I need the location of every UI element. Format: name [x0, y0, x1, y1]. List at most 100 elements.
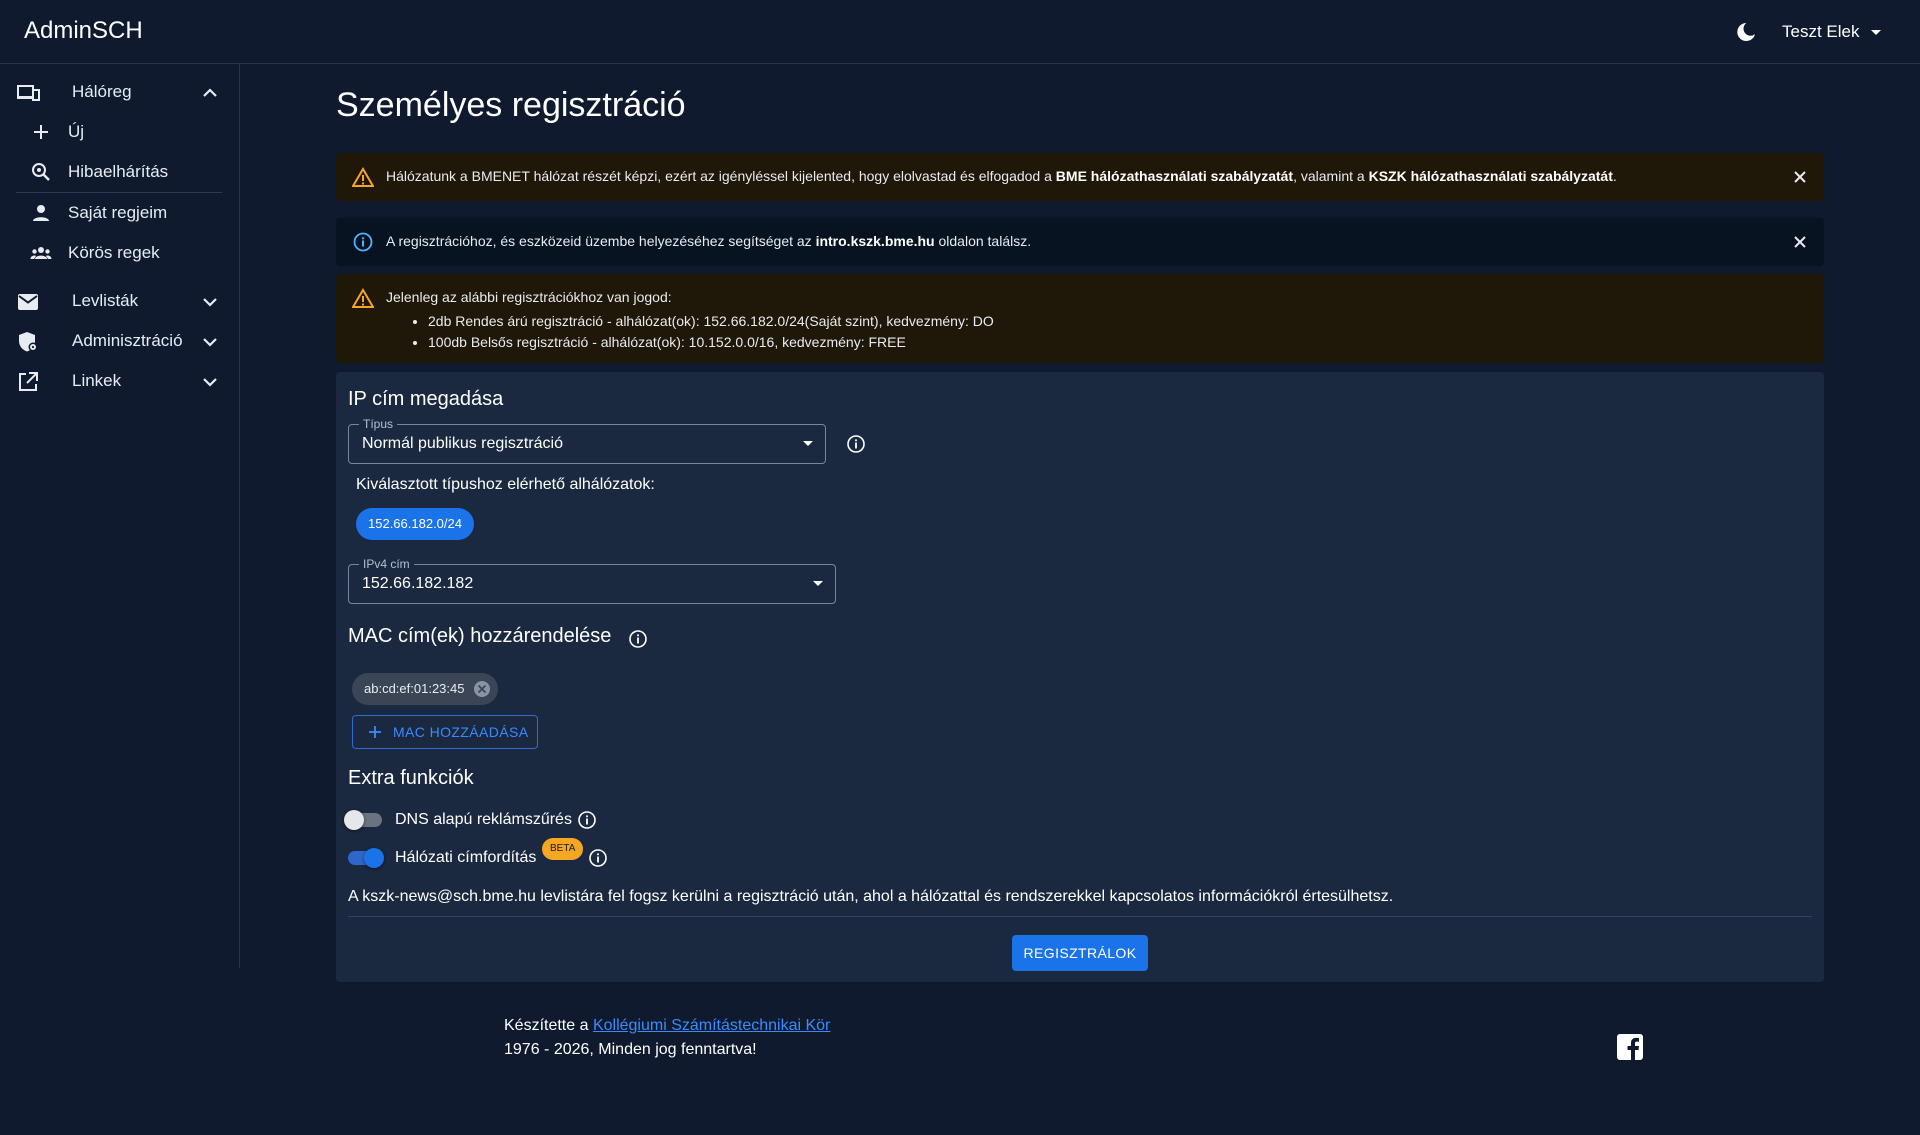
sidebar: Hálóreg Új Hibaelhárítás Saját regjeim K…: [0, 64, 240, 968]
ip-section-title: IP cím megadása: [348, 388, 504, 410]
alert-text: Hálózatunk a BMENET hálózat részét képzi…: [386, 168, 1056, 184]
sidebar-item-links[interactable]: Linkek: [0, 361, 239, 401]
sidebar-subitem-label: Hibaelhárítás: [68, 162, 169, 181]
top-bar: AdminSCH Teszt Elek: [0, 0, 1920, 64]
kszk-link[interactable]: Kollégiumi Számítástechnikai Kör: [593, 1017, 830, 1034]
plus-icon: [369, 726, 381, 738]
mac-chip: ab:cd:ef:01:23:45: [352, 673, 499, 705]
sidebar-item-label: Linkek: [72, 371, 122, 390]
chevron-down-icon: [203, 378, 217, 387]
rights-intro: Jelenleg az alábbi regisztrációkhoz van …: [386, 289, 672, 305]
card-divider: [348, 916, 1812, 917]
plus-icon: [34, 125, 48, 139]
type-select-label: Típus: [359, 417, 398, 431]
nat-toggle[interactable]: [344, 846, 384, 870]
app-title[interactable]: AdminSCH: [24, 17, 143, 45]
warning-icon: [352, 288, 374, 308]
toggle-thumb: [344, 810, 364, 830]
add-mac-label: MAC HOZZÁADÁSA: [393, 724, 529, 740]
alert-text: oldalon találsz.: [934, 233, 1032, 249]
footer-credit: Készítette a Kollégiumi Számítástechnika…: [504, 1014, 830, 1038]
sidebar-subitem-label: Új: [68, 122, 85, 141]
alert-text: , valamint a: [1293, 168, 1369, 184]
sidebar-item-label: Levlisták: [72, 291, 139, 310]
user-name: Teszt Elek: [1782, 22, 1860, 41]
register-button[interactable]: REGISZTRÁLOK: [1012, 935, 1148, 971]
info-icon[interactable]: [628, 629, 648, 649]
footer-copyright: 1976 - 2026, Minden jog fenntartva!: [504, 1041, 757, 1058]
person-icon: [33, 205, 49, 221]
info-icon[interactable]: [588, 848, 608, 868]
mac-chip-label: ab:cd:ef:01:23:45: [364, 681, 465, 696]
rights-list-item: 2db Rendes árú regisztráció - alhálózat(…: [428, 311, 994, 332]
extra-section-title: Extra funkciók: [348, 767, 474, 789]
external-link-icon: [19, 372, 38, 391]
terms-alert: Hálózatunk a BMENET hálózat részét képzi…: [336, 153, 1824, 201]
user-menu[interactable]: Teszt Elek: [1782, 20, 1883, 44]
nat-label: Hálózati címfordítás: [395, 849, 537, 866]
page-title: Személyes regisztráció: [336, 86, 686, 124]
sidebar-subitem-new[interactable]: Új: [0, 112, 222, 152]
kszk-rules-link[interactable]: KSZK hálózathasználati szabályzatát: [1369, 168, 1613, 184]
mac-section-title: MAC cím(ek) hozzárendelése: [348, 625, 612, 647]
chevron-down-icon: [203, 298, 217, 307]
add-mac-button[interactable]: MAC HOZZÁADÁSA: [352, 715, 538, 749]
sidebar-item-levlistak[interactable]: Levlisták: [0, 281, 239, 321]
mail-icon: [18, 294, 38, 310]
close-icon[interactable]: [1790, 167, 1810, 187]
ipv4-select[interactable]: IPv4 cím 152.66.182.182: [348, 557, 836, 604]
rights-list: 2db Rendes árú regisztráció - alhálózat(…: [428, 311, 994, 353]
type-select-value: Normál publikus regisztráció: [362, 435, 563, 452]
registration-card: IP cím megadása Típus Normál publikus re…: [336, 372, 1824, 982]
facebook-icon[interactable]: [1616, 1033, 1644, 1061]
chevron-down-icon: [203, 338, 217, 347]
sidebar-subitem-my-regs[interactable]: Saját regjeim: [0, 193, 222, 233]
bme-rules-link[interactable]: BME hálózathasználati szabályzatát: [1056, 168, 1293, 184]
ipv4-select-label: IPv4 cím: [359, 557, 414, 571]
info-icon: [353, 232, 373, 252]
intro-link[interactable]: intro.kszk.bme.hu: [816, 233, 935, 249]
ipv4-select-value: 152.66.182.182: [362, 575, 474, 592]
search-icon: [32, 163, 50, 181]
caret-down-icon: [813, 581, 823, 586]
alert-text: A regisztrációhoz, és eszközeid üzembe h…: [386, 233, 816, 249]
sidebar-item-haloreg[interactable]: Hálóreg: [0, 72, 239, 112]
dns-filter-label: DNS alapú reklámszűrés: [395, 811, 572, 828]
footer-made-by: Készítette a: [504, 1017, 593, 1034]
remove-icon[interactable]: [473, 680, 491, 698]
warning-icon: [352, 167, 374, 187]
info-icon[interactable]: [577, 810, 597, 830]
help-alert: A regisztrációhoz, és eszközeid üzembe h…: [336, 218, 1824, 266]
caret-down-icon: [803, 441, 813, 446]
devices-icon: [17, 85, 40, 101]
newsletter-text: A kszk-news@sch.bme.hu levlistára fel fo…: [348, 888, 1394, 905]
info-icon[interactable]: [846, 434, 866, 454]
sidebar-subitem-group-regs[interactable]: Körös regek: [0, 233, 222, 273]
sidebar-item-administration[interactable]: Adminisztráció: [0, 321, 239, 361]
dns-filter-toggle[interactable]: [344, 808, 384, 832]
sidebar-item-label: Hálóreg: [72, 82, 132, 101]
rights-alert-text: Jelenleg az alábbi regisztrációkhoz van …: [386, 289, 994, 353]
beta-badge: BETA: [542, 838, 584, 860]
alert-text: .: [1612, 168, 1617, 184]
rights-list-item: 100db Belsős regisztráció - alhálózat(ok…: [428, 332, 994, 353]
caret-down-icon: [1871, 30, 1882, 35]
close-icon[interactable]: [1790, 232, 1810, 252]
moon-icon: [1737, 23, 1755, 41]
rights-alert: Jelenleg az alábbi regisztrációkhoz van …: [336, 274, 1824, 363]
admin-shield-icon: [19, 332, 38, 352]
sidebar-subitem-troubleshoot[interactable]: Hibaelhárítás: [0, 152, 222, 192]
dark-mode-toggle[interactable]: [1734, 20, 1758, 44]
group-icon: [30, 247, 52, 259]
subnet-chip[interactable]: 152.66.182.0/24: [356, 508, 474, 540]
sidebar-subitem-label: Körös regek: [68, 243, 160, 262]
toggle-thumb: [364, 848, 384, 868]
sidebar-item-label: Adminisztráció: [72, 331, 183, 350]
subnets-label: Kiválasztott típushoz elérhető alhálózat…: [356, 476, 655, 493]
type-select[interactable]: Típus Normál publikus regisztráció: [348, 417, 826, 464]
footer-text: Készítette a Kollégiumi Számítástechnika…: [504, 1014, 830, 1062]
help-alert-text: A regisztrációhoz, és eszközeid üzembe h…: [386, 233, 1031, 249]
terms-alert-text: Hálózatunk a BMENET hálózat részét képzi…: [386, 168, 1617, 184]
chevron-up-icon: [203, 88, 217, 97]
sidebar-subitem-label: Saját regjeim: [68, 203, 168, 222]
